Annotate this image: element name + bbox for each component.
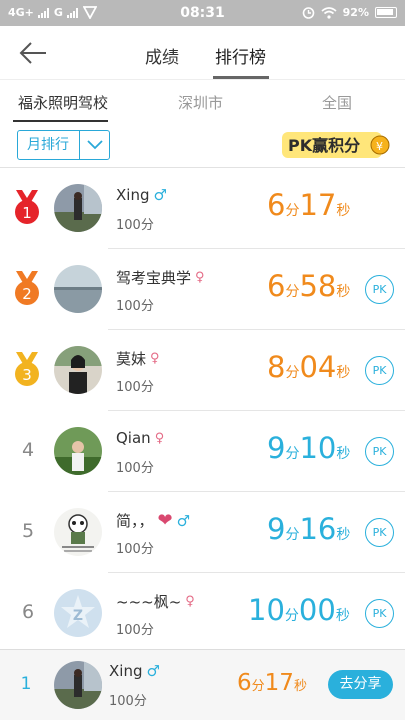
chevron-down-icon xyxy=(79,131,109,159)
user-score: 100分 xyxy=(116,623,154,638)
pk-points-banner[interactable]: PK赢积分 ¥ xyxy=(282,130,390,160)
status-bar: 4G+ G 08:31 92% xyxy=(0,0,405,26)
exam-time: 9分10秒 xyxy=(267,431,351,465)
male-icon: ♂ xyxy=(146,662,160,680)
silver-medal-2-icon: 2 xyxy=(15,271,39,305)
share-button[interactable]: 去分享 xyxy=(328,670,393,699)
svg-text:Z: Z xyxy=(73,608,83,624)
pk-banner-text: PK赢积分 xyxy=(288,136,360,155)
female-icon: ♀ xyxy=(195,270,205,285)
female-icon: ♀ xyxy=(185,594,195,609)
pk-button[interactable]: PK xyxy=(365,518,394,547)
rank-number: 5 xyxy=(21,520,35,542)
ranking-row-5[interactable]: 5 简，， ❤ ♂ 100分 9分16秒 PK xyxy=(0,492,405,573)
avatar[interactable] xyxy=(54,265,102,313)
scope-tab-indicator xyxy=(13,120,108,122)
pk-button[interactable]: PK xyxy=(365,356,394,385)
battery-icon xyxy=(375,7,397,18)
pk-button[interactable]: PK xyxy=(365,275,394,304)
pk-button[interactable]: PK xyxy=(365,599,394,628)
tab-national[interactable]: 全国 xyxy=(322,92,352,113)
my-score: 100分 xyxy=(109,694,147,709)
my-name: Xing ♂ xyxy=(109,662,160,680)
ranking-row-2[interactable]: 2 驾考宝典学 ♀ 100分 6分58秒 PK xyxy=(0,249,405,330)
user-name-text: ~~~枫~ xyxy=(116,593,182,611)
user-name: 简，， ❤ ♂ xyxy=(116,510,190,531)
my-exam-time: 6分17秒 xyxy=(237,670,307,696)
status-right: 92% xyxy=(302,6,397,19)
exam-time: 8分04秒 xyxy=(267,350,351,384)
exam-time: 9分16秒 xyxy=(267,512,351,546)
user-score: 100分 xyxy=(116,461,154,476)
exam-time: 6分58秒 xyxy=(267,269,351,303)
my-rank-number: 1 xyxy=(20,674,32,694)
heart-icon: ❤ xyxy=(157,510,173,531)
ranking-row-4[interactable]: 4 Qian ♀ 100分 9分10秒 PK xyxy=(0,411,405,492)
male-icon: ♂ xyxy=(153,186,167,204)
svg-text:1: 1 xyxy=(22,204,32,222)
user-score: 100分 xyxy=(116,299,154,314)
bronze-medal-3-icon: 3 xyxy=(15,352,39,386)
ranking-row-1[interactable]: 1 Xing ♂ 100分 6分17秒 xyxy=(0,168,405,249)
rank-number: 6 xyxy=(21,601,35,623)
svg-text:2: 2 xyxy=(22,285,32,303)
user-name: Xing ♂ xyxy=(116,186,167,204)
user-name: ~~~枫~ ♀ xyxy=(116,591,195,612)
male-icon: ♂ xyxy=(176,511,191,530)
user-name-text: Xing xyxy=(116,186,150,204)
tab-ranking[interactable]: 排行榜 xyxy=(215,43,266,68)
avatar[interactable] xyxy=(54,346,102,394)
user-name: Qian ♀ xyxy=(116,429,164,447)
battery-percent: 92% xyxy=(342,6,369,19)
my-name-text: Xing xyxy=(109,662,143,680)
user-name-text: 莫妹 xyxy=(116,350,147,368)
tab-school[interactable]: 福永照明驾校 xyxy=(18,92,108,113)
ranking-row-6[interactable]: 6 Z ~~~枫~ ♀ 100分 10分00秒 PK xyxy=(0,573,405,654)
rank-number: 4 xyxy=(21,439,35,461)
wifi-icon xyxy=(321,6,337,19)
avatar[interactable] xyxy=(54,427,102,475)
tab-grade[interactable]: 成绩 xyxy=(145,43,179,68)
user-name-text: Qian xyxy=(116,429,151,447)
tab-city[interactable]: 深圳市 xyxy=(178,92,223,113)
female-icon: ♀ xyxy=(150,351,160,366)
top-nav: 成绩 排行榜 xyxy=(0,26,405,80)
user-name-text: 简，， xyxy=(116,512,154,530)
user-score: 100分 xyxy=(116,218,154,233)
user-score: 100分 xyxy=(116,380,154,395)
user-name: 莫妹 ♀ xyxy=(116,348,160,369)
pk-button[interactable]: PK xyxy=(365,437,394,466)
back-arrow-icon[interactable] xyxy=(18,40,48,66)
ranking-row-3[interactable]: 3 莫妹 ♀ 100分 8分04秒 PK xyxy=(0,330,405,411)
svg-text:¥: ¥ xyxy=(376,140,383,153)
my-rank-bar: 1 Xing ♂ 100分 6分17秒 去分享 xyxy=(0,649,405,720)
scope-tabs: 福永照明驾校 深圳市 全国 xyxy=(0,80,405,122)
default-avatar-icon[interactable]: Z xyxy=(54,589,102,637)
period-dropdown-label: 月排行 xyxy=(27,137,69,153)
exam-time: 10分00秒 xyxy=(248,593,350,627)
avatar[interactable] xyxy=(54,508,102,556)
my-avatar[interactable] xyxy=(54,661,102,709)
exam-time: 6分17秒 xyxy=(267,188,351,222)
tab-ranking-indicator xyxy=(213,76,269,79)
alarm-icon xyxy=(302,7,314,19)
user-name: 驾考宝典学 ♀ xyxy=(116,267,205,288)
gold-medal-1-icon: 1 xyxy=(15,190,39,224)
user-name-text: 驾考宝典学 xyxy=(116,269,192,287)
female-icon: ♀ xyxy=(154,430,165,446)
period-dropdown[interactable]: 月排行 xyxy=(17,130,110,160)
svg-text:3: 3 xyxy=(22,366,32,384)
avatar[interactable] xyxy=(54,184,102,232)
user-score: 100分 xyxy=(116,542,154,557)
